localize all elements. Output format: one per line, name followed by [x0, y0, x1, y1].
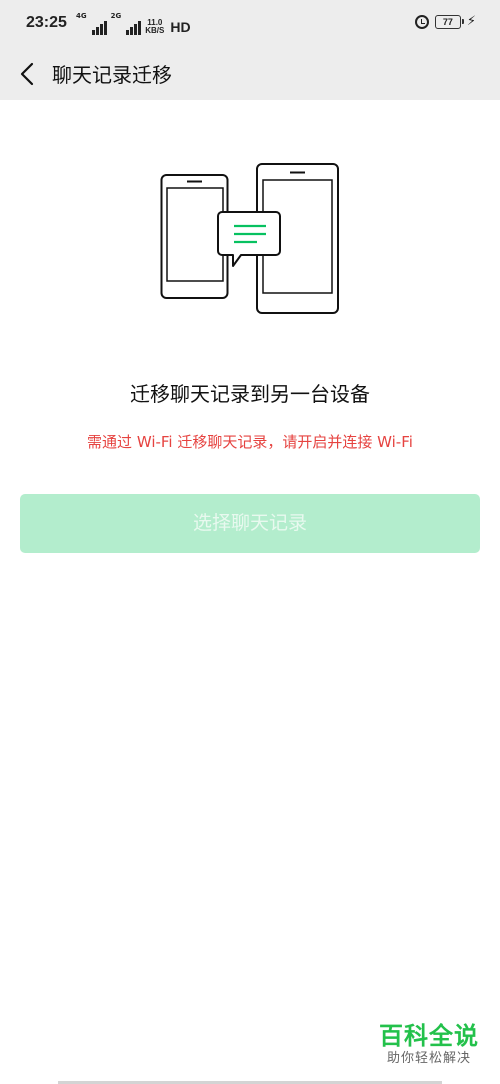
hd-label: HD — [170, 19, 191, 35]
nav-bar: 聊天记录迁移 — [0, 48, 500, 100]
status-time: 23:25 — [26, 14, 67, 31]
back-button[interactable] — [12, 58, 42, 90]
network-speed-unit: KB/S — [145, 26, 165, 35]
status-bar: 23:25 4G 2G 11.0 KB/S HD 77 ⚡ — [0, 0, 500, 48]
select-chat-history-button[interactable]: 选择聊天记录 — [20, 494, 480, 553]
alarm-icon — [414, 14, 429, 29]
migration-illustration — [160, 163, 339, 314]
wifi-notice: 需通过 Wi-Fi 迁移聊天记录，请开启并连接 Wi-Fi — [87, 433, 413, 451]
network-speed: 11.0 KB/S — [145, 19, 164, 35]
watermark-subtitle: 助你轻松解决 — [386, 1051, 471, 1066]
network-type-1: 4G — [76, 12, 87, 20]
chevron-left-icon — [20, 62, 34, 86]
network-type-2: 2G — [110, 12, 122, 20]
charging-icon: ⚡ — [466, 14, 476, 29]
signal-icon — [126, 21, 142, 35]
watermark-logo: 百科全说 助你轻松解决 — [374, 1022, 484, 1068]
watermark-title: 百科全说 — [379, 1022, 479, 1050]
headline: 迁移聊天记录到另一台设备 — [130, 382, 370, 406]
signal-icon — [91, 21, 107, 35]
network-indicators: 4G 2G 11.0 KB/S HD — [76, 13, 191, 35]
battery-level: 77 — [442, 16, 453, 27]
battery-icon: 77 — [434, 14, 464, 29]
status-right-icons: 77 ⚡ — [414, 14, 476, 29]
page-title: 聊天记录迁移 — [52, 63, 172, 87]
